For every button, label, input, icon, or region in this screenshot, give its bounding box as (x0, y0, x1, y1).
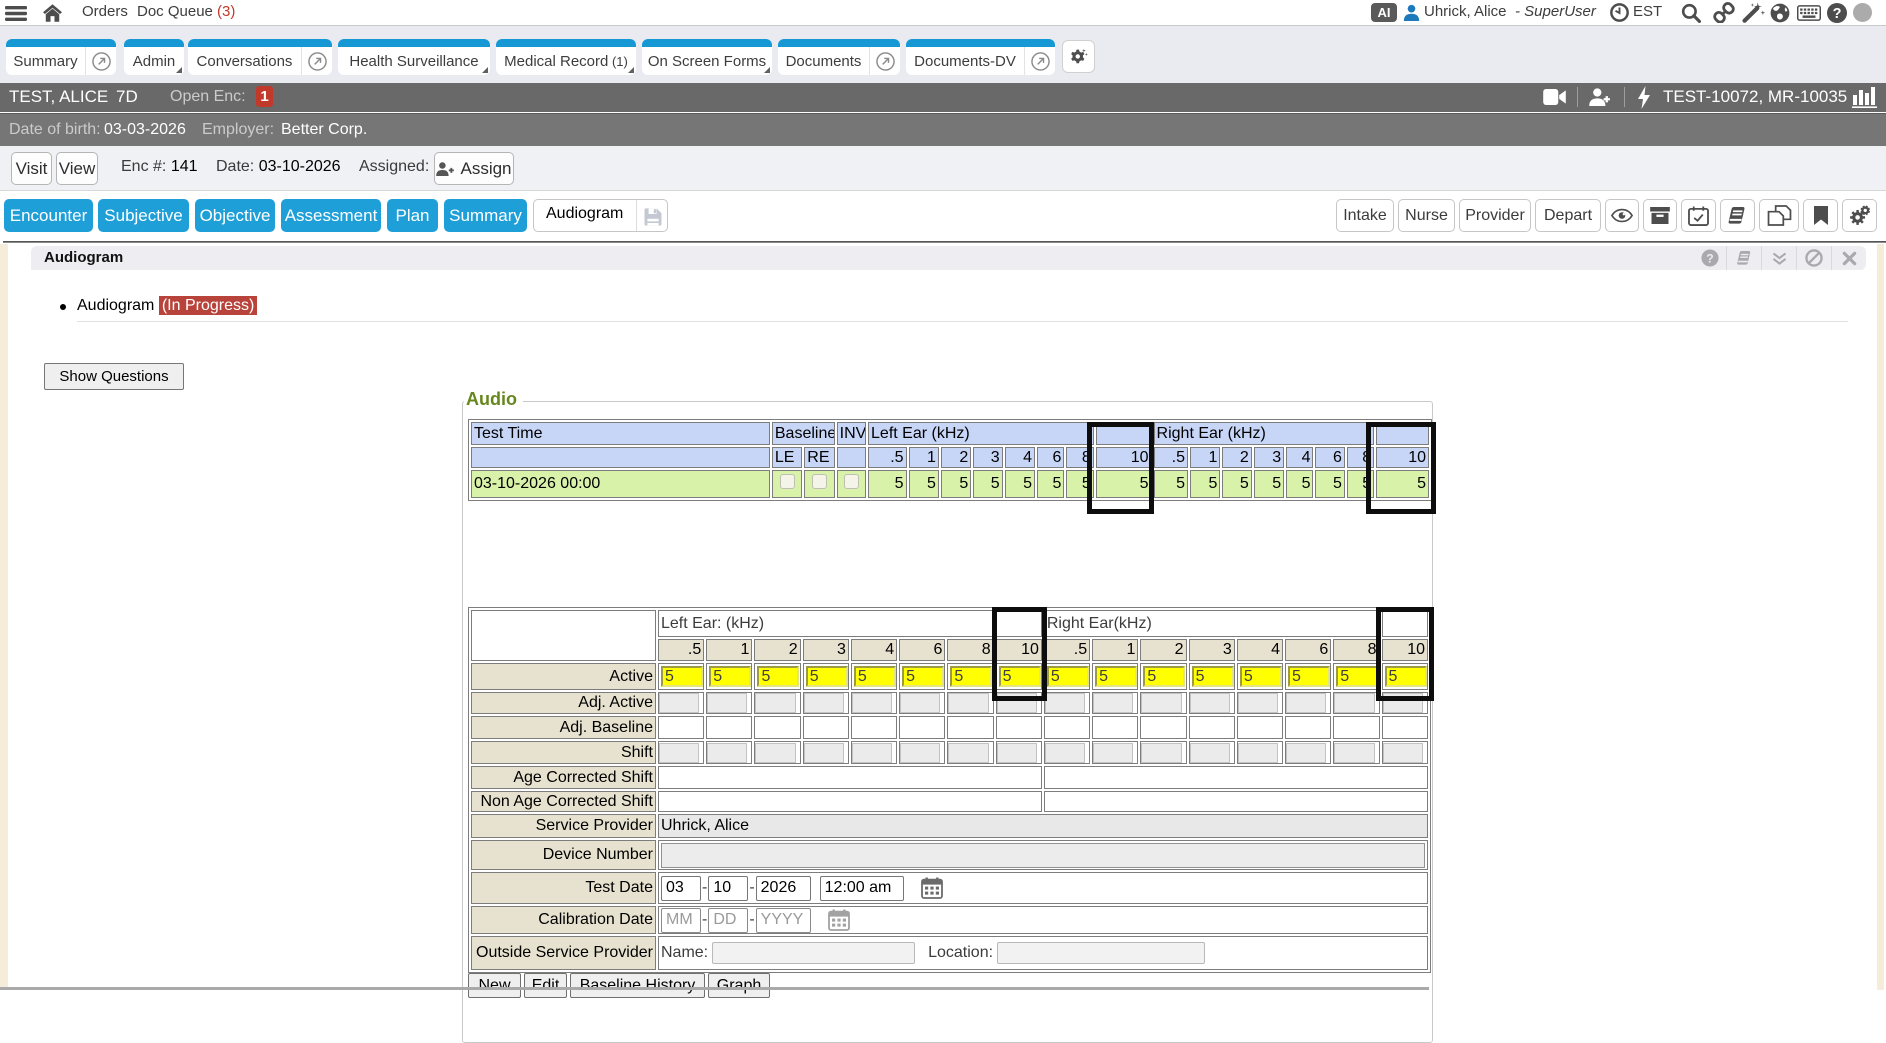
svg-text:?: ? (1833, 6, 1842, 22)
svg-text:?: ? (1706, 251, 1713, 265)
